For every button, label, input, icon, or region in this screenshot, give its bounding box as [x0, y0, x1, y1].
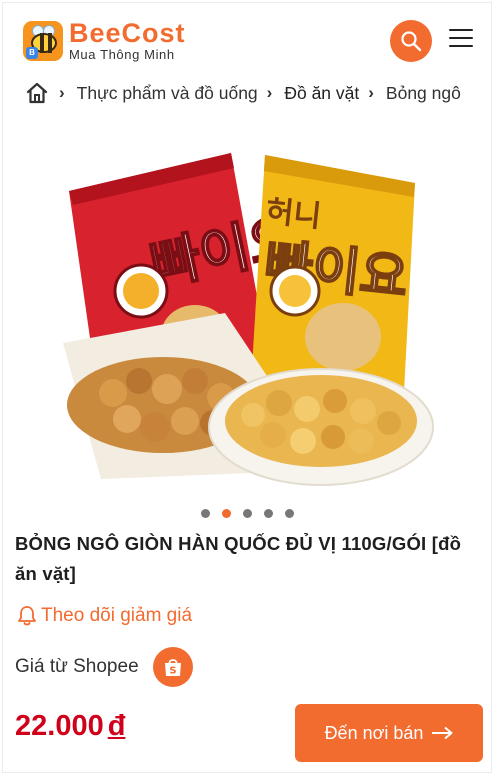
carousel-dot[interactable] [200, 509, 210, 518]
brand-name: BeeCost [69, 18, 186, 48]
carousel-dot[interactable] [263, 509, 273, 518]
buy-button-label: Đến nơi bán [324, 722, 424, 743]
logo-badge: B [26, 47, 38, 59]
popcorn-bowl-right [208, 368, 434, 486]
arrow-right-icon [432, 726, 453, 740]
follow-label: Theo dõi giảm giá [41, 605, 193, 626]
carousel-dot[interactable] [242, 509, 252, 518]
carousel-dots [3, 509, 491, 518]
breadcrumb-item-subcategory[interactable]: Đồ ăn vặt [284, 83, 359, 104]
beecost-logo[interactable]: B [23, 21, 63, 61]
bell-icon [18, 606, 36, 626]
search-icon [401, 31, 422, 52]
price-currency: đ [107, 710, 126, 742]
page-frame: B BeeCost Mua Thông Minh › Thực phẩm và … [2, 2, 492, 773]
chevron-right-icon: › [266, 83, 273, 102]
home-icon[interactable] [25, 81, 49, 105]
carousel-dot[interactable] [284, 509, 294, 518]
shopee-bag-icon: S [164, 659, 181, 677]
bee-stripe [48, 33, 52, 53]
carousel-dot-active[interactable] [221, 509, 231, 518]
brand[interactable]: BeeCost Mua Thông Minh [69, 19, 186, 62]
breadcrumb-item-category[interactable]: Thực phẩm và đồ uống [77, 83, 258, 104]
go-to-store-button[interactable]: Đến nơi bán [295, 704, 483, 762]
price-value: 22.000 [15, 710, 104, 742]
follow-price-drop-link[interactable]: Theo dõi giảm giá [17, 605, 192, 627]
product-image[interactable]: 빠이요 허니 빠이요 [3, 123, 491, 503]
product-price: 22.000 đ [15, 710, 125, 743]
hamburger-menu-icon[interactable] [449, 29, 473, 49]
yellow-bag-top-text: 허니 [264, 194, 323, 235]
chevron-right-icon: › [59, 83, 65, 102]
breadcrumb: › Thực phẩm và đồ uống › Đồ ăn vặt › Bỏn… [25, 79, 470, 107]
price-source: Giá từ Shopee S [15, 647, 193, 687]
source-label: Giá từ Shopee [15, 656, 139, 677]
header: B BeeCost Mua Thông Minh [3, 3, 491, 75]
product-title: BỎNG NGÔ GIÒN HÀN QUỐC ĐỦ VỊ 110G/GÓI [đ… [15, 533, 462, 584]
product-photo: 빠이요 허니 빠이요 [63, 153, 434, 486]
chevron-right-icon: › [368, 83, 374, 102]
shopee-icon[interactable]: S [152, 647, 193, 687]
bee-stripe [40, 33, 44, 53]
breadcrumb-item-product[interactable]: Bỏng ngô [386, 83, 461, 104]
brand-tagline: Mua Thông Minh [69, 47, 175, 62]
search-button[interactable] [390, 20, 432, 62]
svg-text:S: S [169, 666, 176, 677]
